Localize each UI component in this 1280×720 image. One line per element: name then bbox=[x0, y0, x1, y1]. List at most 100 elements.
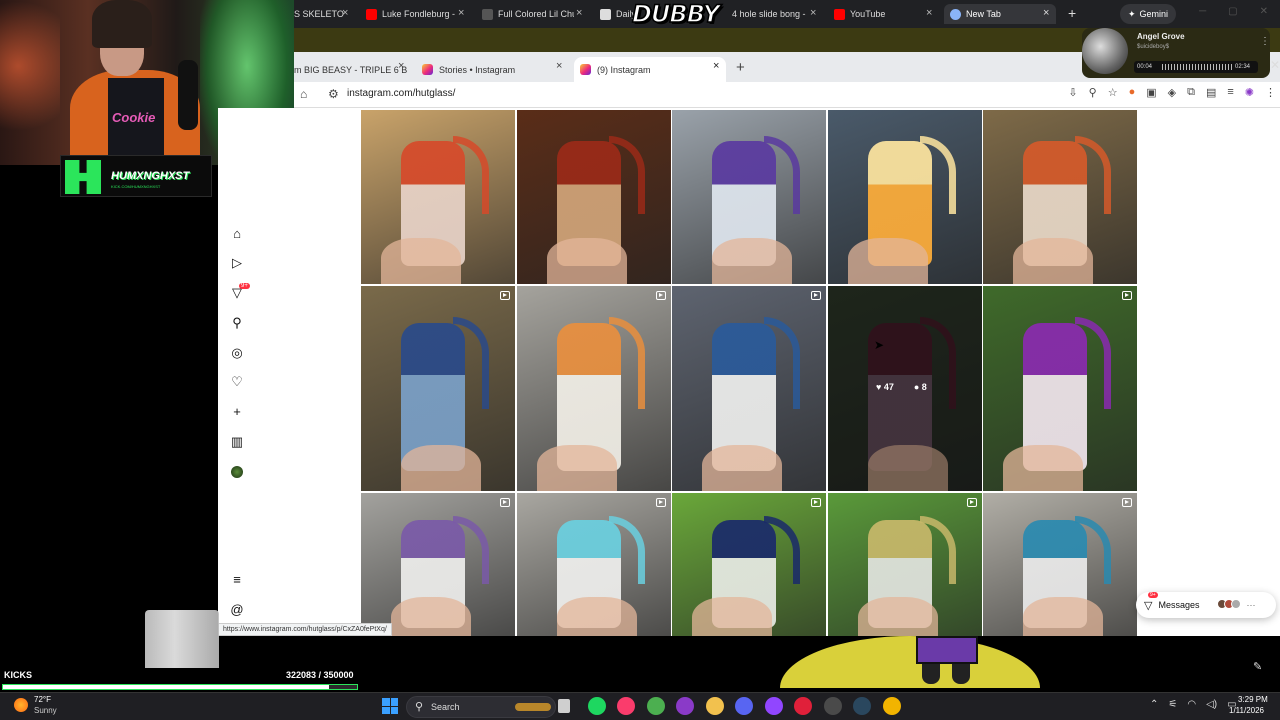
menu-icon[interactable]: ≡ bbox=[230, 573, 244, 587]
post-tile[interactable] bbox=[361, 110, 515, 284]
install-icon[interactable]: ⇩ bbox=[1068, 86, 1077, 99]
start-button[interactable] bbox=[382, 698, 398, 714]
chrome-icon[interactable] bbox=[646, 697, 665, 715]
pen-icon[interactable]: ✎ bbox=[1253, 660, 1262, 673]
close-window-icon[interactable]: ✕ bbox=[1260, 6, 1268, 17]
post-tile[interactable] bbox=[517, 493, 671, 636]
home-icon[interactable]: ⌂ bbox=[300, 87, 307, 101]
site-info-icon[interactable]: ⚙ bbox=[328, 87, 339, 101]
extension-icon[interactable]: ▣ bbox=[1146, 86, 1156, 99]
post-tile[interactable] bbox=[672, 110, 826, 284]
app-purple-icon[interactable] bbox=[676, 697, 694, 715]
tab-label: Stories • Instagram bbox=[439, 64, 516, 75]
wifi-icon[interactable]: ◠ bbox=[1187, 699, 1196, 710]
new-tab-button[interactable]: + bbox=[1068, 5, 1076, 21]
browser-tab[interactable]: m BIG BEASY - TRIPLE 6 B bbox=[294, 57, 412, 82]
profile-icon[interactable]: ✺ bbox=[1245, 86, 1254, 99]
browser-tab[interactable]: Stories • Instagram bbox=[416, 57, 566, 82]
profile-avatar[interactable] bbox=[231, 466, 243, 478]
tab-close-icon[interactable]: × bbox=[810, 7, 816, 19]
media-icon[interactable]: ≡ bbox=[1227, 86, 1233, 99]
sidepanel-icon[interactable]: ▤ bbox=[1206, 86, 1216, 99]
bookmark-star-icon[interactable]: ☆ bbox=[1108, 86, 1118, 99]
tab-close-icon[interactable]: × bbox=[556, 60, 562, 72]
threads-icon[interactable]: @ bbox=[230, 603, 244, 617]
waveform[interactable] bbox=[1162, 64, 1232, 70]
tab-close-icon[interactable]: × bbox=[576, 7, 582, 19]
extension-icon[interactable]: ● bbox=[1129, 86, 1136, 99]
network-icon[interactable]: ⚟ bbox=[1168, 699, 1177, 710]
tab-close-icon[interactable]: × bbox=[458, 7, 464, 19]
maximize-icon[interactable]: ▢ bbox=[1228, 6, 1237, 17]
glass-horn bbox=[1075, 317, 1111, 409]
clock-date[interactable]: 1/11/2026 bbox=[1229, 706, 1264, 715]
more-icon[interactable]: ⋮ bbox=[1265, 86, 1276, 99]
zoom-icon[interactable]: ⚲ bbox=[1089, 86, 1097, 99]
glass-horn bbox=[920, 136, 956, 214]
app-red-icon[interactable] bbox=[794, 697, 812, 715]
post-tile[interactable] bbox=[361, 286, 515, 491]
url-text[interactable]: instagram.com/hutglass/ bbox=[347, 88, 455, 99]
tab-close-icon[interactable]: × bbox=[713, 60, 719, 72]
post-tile[interactable] bbox=[983, 493, 1137, 636]
chevron-up-icon[interactable]: ⌃ bbox=[1150, 699, 1158, 710]
browser-tab[interactable]: Daily bbox=[600, 4, 636, 24]
post-tile[interactable] bbox=[828, 110, 982, 284]
browser-tab[interactable]: YouTube bbox=[834, 4, 924, 24]
track-artist: $uicideboy$ bbox=[1137, 44, 1170, 50]
post-tile[interactable] bbox=[983, 110, 1137, 284]
weather-sun-icon[interactable] bbox=[14, 698, 28, 712]
browser-tab-active[interactable]: New Tab bbox=[944, 4, 1056, 24]
extensions-puzzle-icon[interactable]: ⧉ bbox=[1187, 86, 1195, 99]
minimize-icon[interactable]: ─ bbox=[1199, 6, 1206, 17]
post-stats: ♥ 47 ● 8 bbox=[876, 382, 927, 392]
post-tile[interactable] bbox=[672, 286, 826, 491]
media-mini-player[interactable]: Angel Grove $uicideboy$ 00:04 02:34 ⋮ bbox=[1082, 28, 1270, 78]
post-tile[interactable] bbox=[517, 286, 671, 491]
create-icon[interactable]: + bbox=[230, 405, 244, 419]
post-tile[interactable] bbox=[828, 493, 982, 636]
post-tile[interactable] bbox=[517, 110, 671, 284]
home-icon[interactable]: ⌂ bbox=[230, 227, 244, 241]
post-tile[interactable] bbox=[361, 493, 515, 636]
more-icon[interactable]: ⋮ bbox=[1260, 36, 1270, 47]
new-tab-button[interactable]: + bbox=[736, 59, 745, 76]
clock-time[interactable]: 3:29 PM bbox=[1238, 695, 1268, 704]
tab-close-icon[interactable]: × bbox=[1043, 7, 1049, 19]
browser-tab[interactable]: Full Colored Lil Chu bbox=[482, 4, 574, 24]
obs-icon[interactable] bbox=[823, 697, 842, 715]
twitch-icon[interactable] bbox=[764, 697, 783, 715]
chrome-canary-icon[interactable] bbox=[882, 697, 901, 715]
glass-horn bbox=[609, 317, 645, 409]
discord-icon[interactable] bbox=[735, 697, 753, 715]
file-explorer-icon[interactable] bbox=[705, 697, 724, 715]
tab-close-icon[interactable]: × bbox=[398, 60, 404, 72]
browser-tab-active[interactable]: (9) Instagram bbox=[574, 57, 726, 82]
tab-close-icon[interactable]: × bbox=[342, 7, 348, 19]
spotify-icon[interactable] bbox=[587, 697, 606, 715]
gemini-button[interactable]: ✦ Gemini bbox=[1120, 4, 1177, 24]
tab-close-icon[interactable]: × bbox=[926, 7, 932, 19]
extension-icon[interactable]: ◈ bbox=[1168, 86, 1176, 99]
itunes-icon[interactable] bbox=[617, 697, 635, 715]
reels-icon[interactable]: ▷ bbox=[230, 256, 244, 270]
post-tile[interactable]: ♥ 47 ● 8 bbox=[828, 286, 982, 491]
task-view-icon[interactable] bbox=[558, 699, 570, 713]
post-tile[interactable] bbox=[983, 286, 1137, 491]
messages-button[interactable]: ▽ 9+ Messages ··· bbox=[1136, 592, 1276, 618]
tab-label: 4 hole slide bong - bbox=[732, 9, 806, 19]
dashboard-icon[interactable]: ▥ bbox=[230, 435, 244, 449]
post-tile[interactable] bbox=[672, 493, 826, 636]
weather-condition[interactable]: Sunny bbox=[34, 706, 57, 715]
taskbar-search[interactable]: ⚲ Search bbox=[406, 696, 556, 718]
browser-tab[interactable]: Luke Fondleburg - bbox=[366, 4, 462, 24]
steam-icon[interactable] bbox=[853, 697, 871, 715]
explore-icon[interactable]: ◎ bbox=[230, 346, 244, 360]
volume-icon[interactable]: ◁) bbox=[1206, 699, 1217, 710]
heart-icon[interactable]: ♡ bbox=[230, 375, 244, 389]
weather-temp[interactable]: 72°F bbox=[34, 695, 51, 704]
browser-tab[interactable]: 4 hole slide bong - bbox=[732, 4, 812, 24]
close-icon[interactable]: ✕ bbox=[1270, 58, 1280, 72]
brand-logo-icon bbox=[65, 160, 101, 194]
search-icon[interactable]: ⚲ bbox=[230, 316, 244, 330]
